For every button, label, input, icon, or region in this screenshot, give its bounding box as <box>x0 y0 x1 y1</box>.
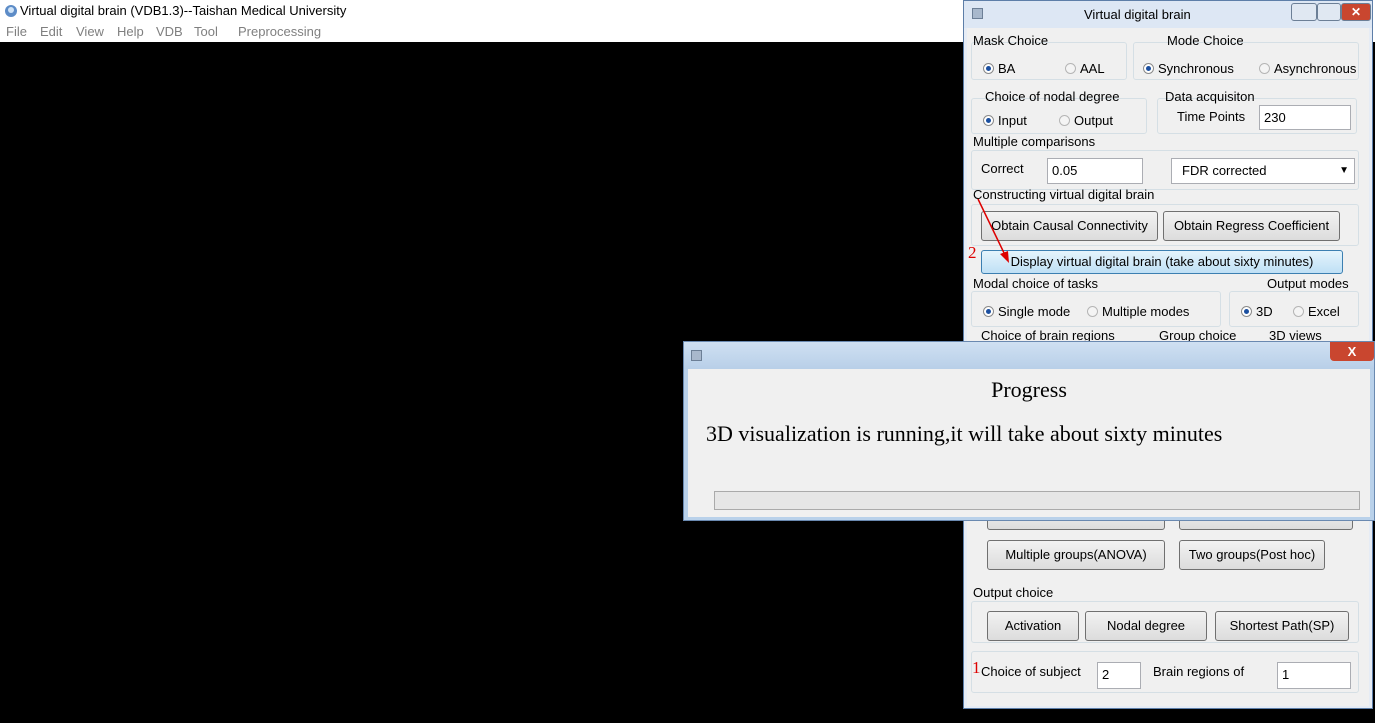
app-icon <box>5 5 17 17</box>
activation-button[interactable]: Activation <box>987 611 1079 641</box>
chevron-down-icon: ▼ <box>1339 165 1349 176</box>
output-modes-label: Output modes <box>1267 276 1349 291</box>
multiple-groups-anova-button[interactable]: Multiple groups(ANOVA) <box>987 540 1165 570</box>
radio-on-icon <box>1143 63 1154 74</box>
radio-output[interactable]: Output <box>1059 113 1113 128</box>
correct-label: Correct <box>981 161 1024 176</box>
nodal-degree-button[interactable]: Nodal degree <box>1085 611 1207 641</box>
minimize-button[interactable] <box>1291 3 1317 21</box>
radio-on-icon <box>983 306 994 317</box>
radio-on-icon <box>983 115 994 126</box>
radio-off-icon <box>1293 306 1304 317</box>
menu-view[interactable]: View <box>76 24 104 39</box>
annotation-marker-1: 1 <box>972 658 981 677</box>
progress-bar <box>714 491 1360 510</box>
radio-excel[interactable]: Excel <box>1293 304 1340 319</box>
brain-regions-input[interactable]: 1 <box>1277 662 1351 689</box>
progress-title-bar: X <box>684 342 1374 369</box>
main-window-title: Virtual digital brain (VDB1.3)--Taishan … <box>20 3 347 18</box>
close-button[interactable]: ✕ <box>1341 3 1371 21</box>
panel-title: Virtual digital brain <box>1084 7 1191 22</box>
brain-regions-of-label: Brain regions of <box>1153 664 1245 679</box>
obtain-regress-coefficient-button[interactable]: Obtain Regress Coefficient <box>1163 211 1340 241</box>
time-points-label: Time Points <box>1177 109 1246 124</box>
progress-body: Progress 3D visualization is running,it … <box>688 369 1370 517</box>
shortest-path-button[interactable]: Shortest Path(SP) <box>1215 611 1349 641</box>
subject-input[interactable]: 2 <box>1097 662 1141 689</box>
radio-off-icon <box>1065 63 1076 74</box>
radio-off-icon <box>1259 63 1270 74</box>
progress-close-button[interactable]: X <box>1330 342 1374 361</box>
data-acquisition-label: Data acquisiton <box>1165 89 1255 104</box>
radio-multiple-modes[interactable]: Multiple modes <box>1087 304 1189 319</box>
two-groups-posthoc-button[interactable]: Two groups(Post hoc) <box>1179 540 1325 570</box>
maximize-button[interactable] <box>1317 3 1341 21</box>
radio-ba[interactable]: BA <box>983 61 1015 76</box>
radio-off-icon <box>1087 306 1098 317</box>
radio-asynchronous[interactable]: Asynchronous <box>1259 61 1356 76</box>
window-icon <box>691 350 702 361</box>
progress-dialog: X Progress 3D visualization is running,i… <box>683 341 1375 521</box>
menu-file[interactable]: File <box>6 24 27 39</box>
menu-vdb[interactable]: VDB <box>156 24 183 39</box>
panel-title-bar: Virtual digital brain ✕ <box>964 1 1372 28</box>
radio-single-mode[interactable]: Single mode <box>983 304 1070 319</box>
menu-help[interactable]: Help <box>117 24 144 39</box>
progress-heading: Progress <box>991 377 1067 402</box>
time-points-input[interactable]: 230 <box>1259 105 1351 130</box>
radio-3d[interactable]: 3D <box>1241 304 1273 319</box>
menu-edit[interactable]: Edit <box>40 24 62 39</box>
window-icon <box>972 8 983 19</box>
radio-input[interactable]: Input <box>983 113 1027 128</box>
radio-on-icon <box>983 63 994 74</box>
modal-tasks-label: Modal choice of tasks <box>973 276 1099 291</box>
mask-choice-label: Mask Choice <box>973 33 1049 48</box>
display-virtual-brain-button[interactable]: Display virtual digital brain (take abou… <box>981 250 1343 274</box>
menu-preprocessing[interactable]: Preprocessing <box>238 24 321 39</box>
annotation-arrow-icon <box>977 198 1009 263</box>
output-choice-label: Output choice <box>973 585 1054 600</box>
correction-method-select[interactable]: FDR corrected ▼ <box>1171 158 1355 184</box>
radio-aal[interactable]: AAL <box>1065 61 1105 76</box>
menu-tool[interactable]: Tool <box>194 24 218 39</box>
radio-off-icon <box>1059 115 1070 126</box>
multiple-comparisons-label: Multiple comparisons <box>973 134 1096 149</box>
progress-message: 3D visualization is running,it will take… <box>706 421 1223 446</box>
nodal-degree-label: Choice of nodal degree <box>985 89 1120 104</box>
mode-choice-label: Mode Choice <box>1167 33 1244 48</box>
radio-synchronous[interactable]: Synchronous <box>1143 61 1234 76</box>
choice-of-subject-label: Choice of subject <box>981 664 1081 679</box>
correct-threshold-input[interactable]: 0.05 <box>1047 158 1143 184</box>
radio-on-icon <box>1241 306 1252 317</box>
